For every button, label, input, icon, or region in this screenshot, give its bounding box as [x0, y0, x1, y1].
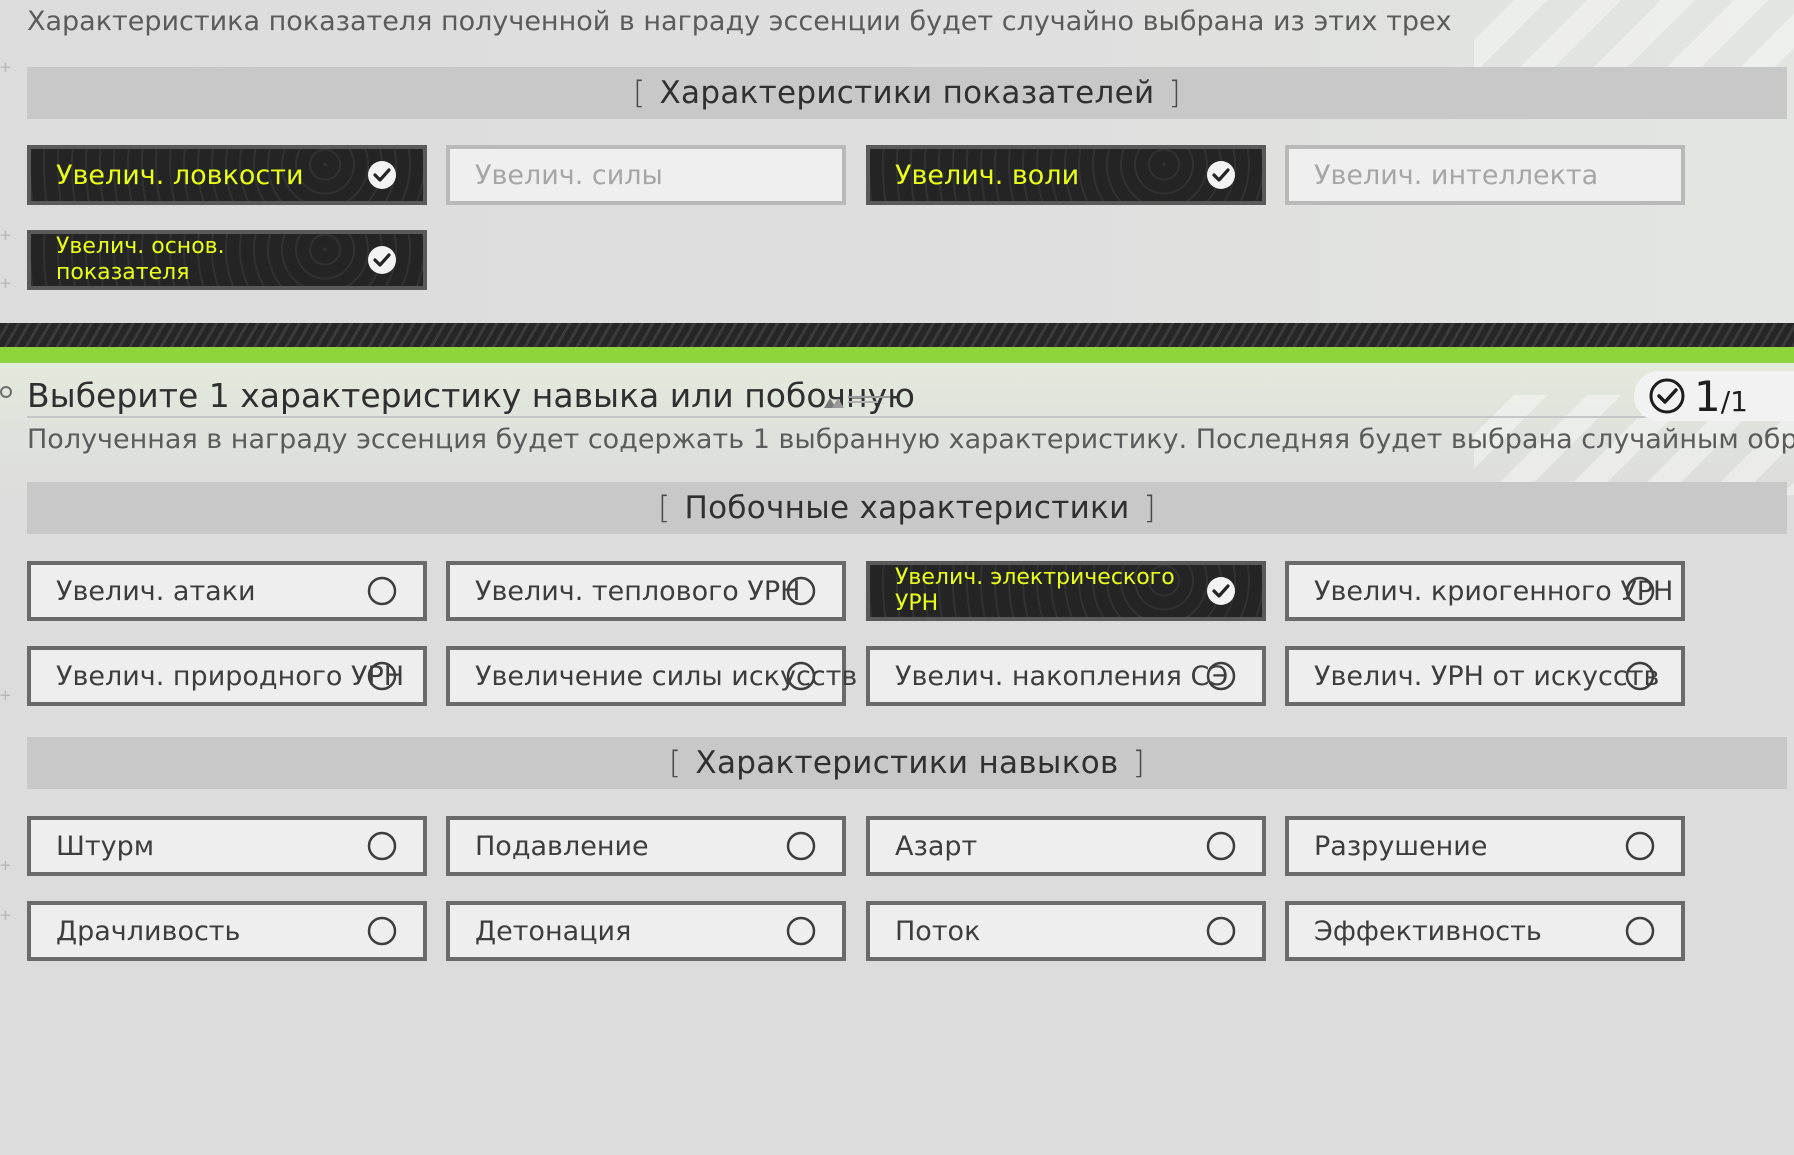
secondary-option-card[interactable]: Увелич. криогенного УРН	[1285, 561, 1685, 621]
secondary-option-card[interactable]: Увелич. УРН от искусств	[1285, 646, 1685, 706]
skill-option-card[interactable]: Драчливость	[27, 901, 427, 961]
stat-description: Характеристика показателя полученной в н…	[27, 6, 1452, 37]
skill-option-label: Драчливость	[56, 915, 241, 947]
stat-option-label: Увелич. основ. показателя	[56, 234, 225, 285]
section-divider-accent	[0, 347, 1794, 363]
skill-option-label: Азарт	[895, 830, 978, 862]
check-circle-icon	[1649, 378, 1685, 414]
plus-mark-icon: +	[0, 273, 11, 294]
radio-circle-icon	[786, 576, 816, 606]
choice-description: Полученная в награду эссенция будет соде…	[27, 424, 1794, 455]
secondary-option-card[interactable]: Увелич. атаки	[27, 561, 427, 621]
bracket-right: ]	[1168, 75, 1181, 111]
skill-option-label: Детонация	[475, 915, 632, 947]
radio-circle-icon	[1625, 916, 1655, 946]
plus-mark-icon: +	[0, 57, 11, 78]
stat-option-card[interactable]: Увелич. интеллекта	[1285, 145, 1685, 205]
radio-circle-icon	[786, 831, 816, 861]
secondary-option-label: Увелич. УРН от искусств	[1314, 660, 1660, 692]
radio-circle-icon	[786, 916, 816, 946]
bracket-left: [	[633, 75, 646, 111]
plus-mark-icon: +	[0, 685, 11, 706]
section-divider	[0, 323, 1794, 347]
radio-circle-icon	[367, 576, 397, 606]
stat-section-title: Характеристики показателей	[659, 75, 1155, 111]
stat-option-label: Увелич. воли	[895, 159, 1080, 191]
secondary-option-label: Увелич. криогенного УРН	[1314, 575, 1674, 607]
bracket-right: ]	[1143, 490, 1156, 526]
secondary-option-label: Увелич. атаки	[56, 575, 256, 607]
radio-circle-icon	[786, 661, 816, 691]
skill-option-card[interactable]: Разрушение	[1285, 816, 1685, 876]
radio-circle-icon	[1625, 576, 1655, 606]
skill-option-card[interactable]: Эффективность	[1285, 901, 1685, 961]
radio-circle-icon	[1206, 831, 1236, 861]
radio-circle-icon	[367, 916, 397, 946]
counter-current: 1	[1694, 371, 1721, 421]
counter-total: /1	[1720, 384, 1748, 418]
skill-option-label: Эффективность	[1314, 915, 1542, 947]
radio-circle-icon	[1625, 831, 1655, 861]
radio-circle-icon	[1625, 661, 1655, 691]
skill-section-header: [ Характеристики навыков ]	[27, 737, 1787, 789]
skill-section-title: Характеристики навыков	[695, 745, 1119, 781]
emblem-icon	[824, 396, 890, 408]
stat-option-label: Увелич. силы	[475, 159, 663, 191]
radio-circle-icon	[367, 661, 397, 691]
stat-section-header: [ Характеристики показателей ]	[27, 67, 1787, 119]
secondary-option-card[interactable]: Увелич. накопления СЭ	[866, 646, 1266, 706]
stat-option-card[interactable]: Увелич. ловкости	[27, 145, 427, 205]
plus-mark-icon: +	[0, 905, 11, 926]
skill-option-card[interactable]: Азарт	[866, 816, 1266, 876]
check-circle-icon	[1207, 161, 1235, 189]
title-bullet-icon	[0, 386, 12, 398]
stat-option-card[interactable]: Увелич. воли	[866, 145, 1266, 205]
secondary-section-header: [ Побочные характеристики ]	[27, 482, 1787, 534]
choice-title: Выберите 1 характеристику навыка или поб…	[27, 376, 915, 415]
bracket-right: ]	[1132, 745, 1145, 781]
radio-circle-icon	[367, 831, 397, 861]
secondary-option-label: Увелич. теплового УРН	[475, 575, 801, 607]
skill-option-card[interactable]: Штурм	[27, 816, 427, 876]
stat-option-label: Увелич. ловкости	[56, 159, 304, 191]
radio-circle-icon	[1206, 661, 1236, 691]
radio-circle-icon	[1206, 916, 1236, 946]
secondary-section-title: Побочные характеристики	[684, 490, 1130, 526]
skill-option-label: Поток	[895, 915, 981, 947]
selection-counter: 1 /1	[1634, 371, 1794, 421]
secondary-option-card[interactable]: Увелич. электрического УРН	[866, 561, 1266, 621]
plus-mark-icon: +	[0, 855, 11, 876]
title-underline	[27, 416, 1787, 418]
stat-option-card[interactable]: Увелич. силы	[446, 145, 846, 205]
secondary-option-label: Увелич. электрического УРН	[895, 565, 1175, 616]
skill-option-card[interactable]: Детонация	[446, 901, 846, 961]
skill-option-card[interactable]: Подавление	[446, 816, 846, 876]
secondary-option-card[interactable]: Увеличение силы искусств	[446, 646, 857, 706]
bracket-left: [	[658, 490, 671, 526]
secondary-option-card[interactable]: Увелич. природного УРН	[27, 646, 427, 706]
check-circle-icon	[368, 161, 396, 189]
skill-option-label: Штурм	[56, 830, 155, 862]
skill-option-label: Подавление	[475, 830, 649, 862]
bracket-left: [	[669, 745, 682, 781]
skill-option-label: Разрушение	[1314, 830, 1488, 862]
check-circle-icon	[1207, 577, 1235, 605]
plus-mark-icon: +	[0, 225, 11, 246]
secondary-option-card[interactable]: Увелич. теплового УРН	[446, 561, 846, 621]
skill-option-card[interactable]: Поток	[866, 901, 1266, 961]
stat-option-label: Увелич. интеллекта	[1314, 159, 1599, 191]
secondary-option-label: Увелич. природного УРН	[56, 660, 405, 692]
stat-option-card[interactable]: Увелич. основ. показателя	[27, 230, 427, 290]
check-circle-icon	[368, 246, 396, 274]
secondary-option-label: Увелич. накопления СЭ	[895, 660, 1229, 692]
